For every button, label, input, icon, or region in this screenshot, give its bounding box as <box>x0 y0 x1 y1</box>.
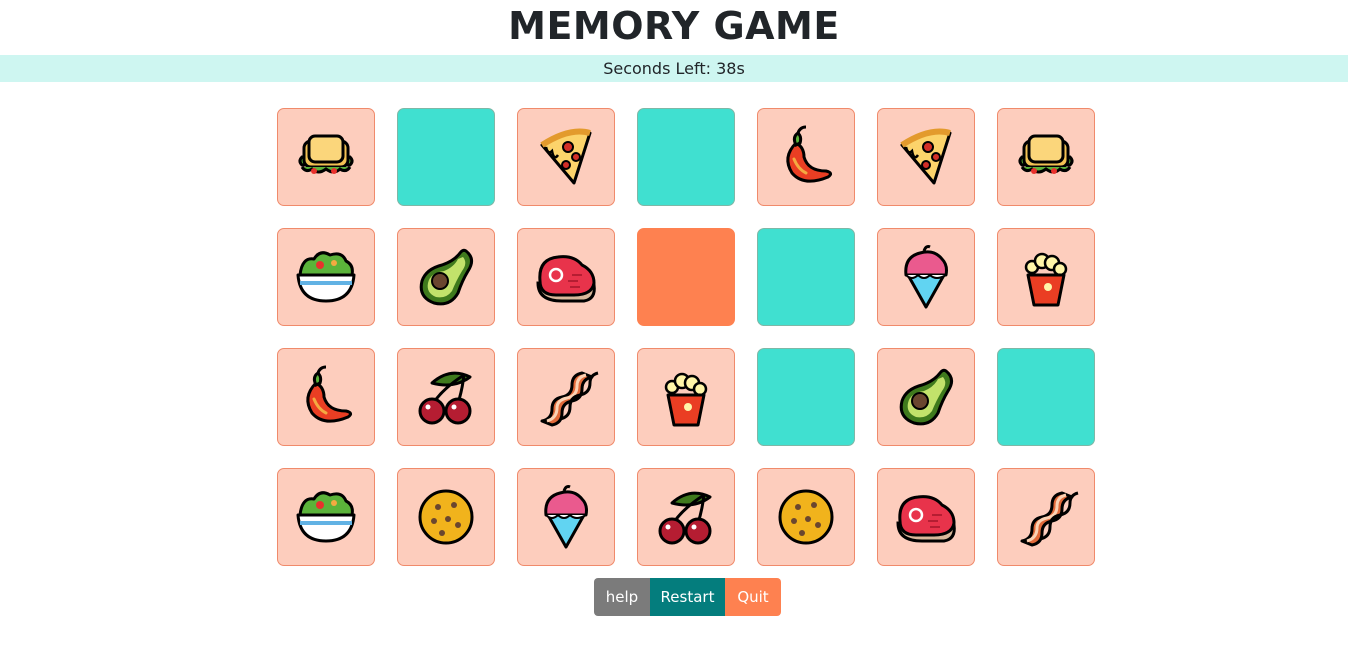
card-cherries[interactable] <box>397 348 495 446</box>
avocado-icon <box>410 241 482 313</box>
card-hot-pepper[interactable] <box>277 348 375 446</box>
page-title: MEMORY GAME <box>508 4 840 48</box>
card-bacon[interactable] <box>997 468 1095 566</box>
timer-text: Seconds Left: 38s <box>603 59 745 78</box>
card-cherries[interactable] <box>637 468 735 566</box>
timer-bar: Seconds Left: 38s <box>0 55 1348 82</box>
card-popcorn[interactable] <box>997 228 1095 326</box>
steak-icon <box>890 481 962 553</box>
cookie-icon <box>410 481 482 553</box>
card-face-down[interactable] <box>397 108 495 206</box>
card-avocado[interactable] <box>397 228 495 326</box>
card-popcorn[interactable] <box>637 348 735 446</box>
card-face-down[interactable] <box>757 228 855 326</box>
sandwich-icon <box>290 121 362 193</box>
card-sandwich[interactable] <box>277 108 375 206</box>
shaved-ice-icon <box>890 241 962 313</box>
card-cookie[interactable] <box>757 468 855 566</box>
avocado-icon <box>890 361 962 433</box>
cherries-icon <box>650 481 722 553</box>
card-steak[interactable] <box>877 468 975 566</box>
popcorn-icon <box>650 361 722 433</box>
shaved-ice-icon <box>530 481 602 553</box>
card-avocado[interactable] <box>877 348 975 446</box>
card-salad[interactable] <box>277 468 375 566</box>
help-button[interactable]: help <box>594 578 650 616</box>
restart-button[interactable]: Restart <box>650 578 725 616</box>
card-pizza[interactable] <box>877 108 975 206</box>
salad-icon <box>290 481 362 553</box>
card-face-down[interactable] <box>757 348 855 446</box>
card-shaved-ice[interactable] <box>517 468 615 566</box>
hot-pepper-icon <box>770 121 842 193</box>
card-shaved-ice[interactable] <box>877 228 975 326</box>
card-salad[interactable] <box>277 228 375 326</box>
card-selected[interactable] <box>637 228 735 326</box>
cherries-icon <box>410 361 482 433</box>
card-hot-pepper[interactable] <box>757 108 855 206</box>
cookie-icon <box>770 481 842 553</box>
card-sandwich[interactable] <box>997 108 1095 206</box>
game-board <box>277 108 1097 568</box>
popcorn-icon <box>1010 241 1082 313</box>
pizza-icon <box>890 121 962 193</box>
card-bacon[interactable] <box>517 348 615 446</box>
pizza-icon <box>530 121 602 193</box>
card-cookie[interactable] <box>397 468 495 566</box>
card-face-down[interactable] <box>997 348 1095 446</box>
card-pizza[interactable] <box>517 108 615 206</box>
hot-pepper-icon <box>290 361 362 433</box>
bacon-icon <box>530 361 602 433</box>
card-face-down[interactable] <box>637 108 735 206</box>
card-steak[interactable] <box>517 228 615 326</box>
controls-button-group: help Restart Quit <box>594 578 781 616</box>
quit-button[interactable]: Quit <box>725 578 781 616</box>
bacon-icon <box>1010 481 1082 553</box>
sandwich-icon <box>1010 121 1082 193</box>
salad-icon <box>290 241 362 313</box>
steak-icon <box>530 241 602 313</box>
